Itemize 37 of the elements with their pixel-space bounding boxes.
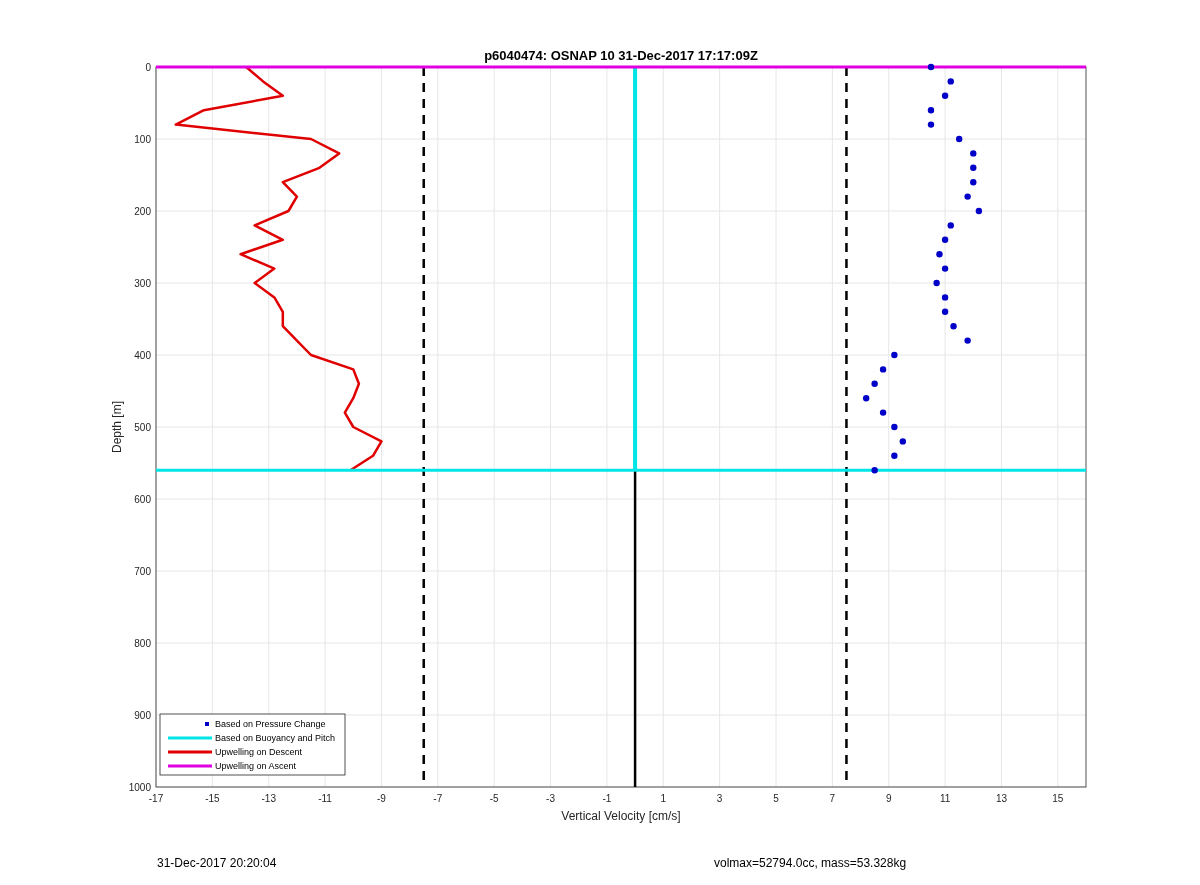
- tick-label: 1: [660, 793, 667, 804]
- tick-label: 100: [134, 134, 151, 145]
- legend-label: Based on Pressure Change: [215, 719, 326, 729]
- tick-label: 200: [134, 206, 151, 217]
- tick-label: 3: [716, 793, 723, 804]
- chart-title: p6040474: OSNAP 10 31-Dec-2017 17:17:09Z: [484, 48, 758, 63]
- tick-label: -7: [433, 793, 443, 804]
- tick-label: 1000: [128, 782, 151, 793]
- tick-label: 11: [939, 793, 951, 804]
- tick-label: -5: [489, 793, 499, 804]
- tick-label: 600: [134, 494, 151, 505]
- tick-label: -11: [318, 793, 332, 804]
- tick-label: 300: [134, 278, 151, 289]
- tick-label: -15: [205, 793, 220, 804]
- legend-label: Upwelling on Ascent: [215, 761, 297, 771]
- tick-label: -3: [546, 793, 555, 804]
- timestamp: 31-Dec-2017 20:20:04: [157, 855, 278, 870]
- legend-label: Upwelling on Descent: [215, 747, 303, 757]
- x-axis-label: Vertical Velocity [cm/s]: [561, 809, 681, 823]
- tick-label: 800: [134, 638, 151, 649]
- tick-label: 5: [773, 793, 779, 804]
- parameters-text: volmax=52794.0cc, mass=53.328kg: [714, 855, 907, 870]
- tick-label: 13: [995, 793, 1007, 804]
- tick-label: 15: [1052, 793, 1064, 804]
- tick-label: 900: [134, 710, 151, 721]
- tick-label: 500: [134, 422, 151, 433]
- tick-label: 400: [134, 350, 151, 361]
- tick-label: -17: [148, 793, 164, 804]
- tick-label: 0: [145, 62, 151, 73]
- y-axis-label: Depth [m]: [110, 401, 124, 453]
- tick-label: -9: [377, 793, 386, 804]
- tick-label: -1: [602, 793, 612, 804]
- tick-label: 7: [829, 793, 836, 804]
- tick-label: 700: [134, 566, 151, 577]
- legend-label: Based on Buoyancy and Pitch: [215, 733, 336, 743]
- tick-label: -13: [261, 793, 276, 804]
- tick-label: 9: [885, 793, 892, 804]
